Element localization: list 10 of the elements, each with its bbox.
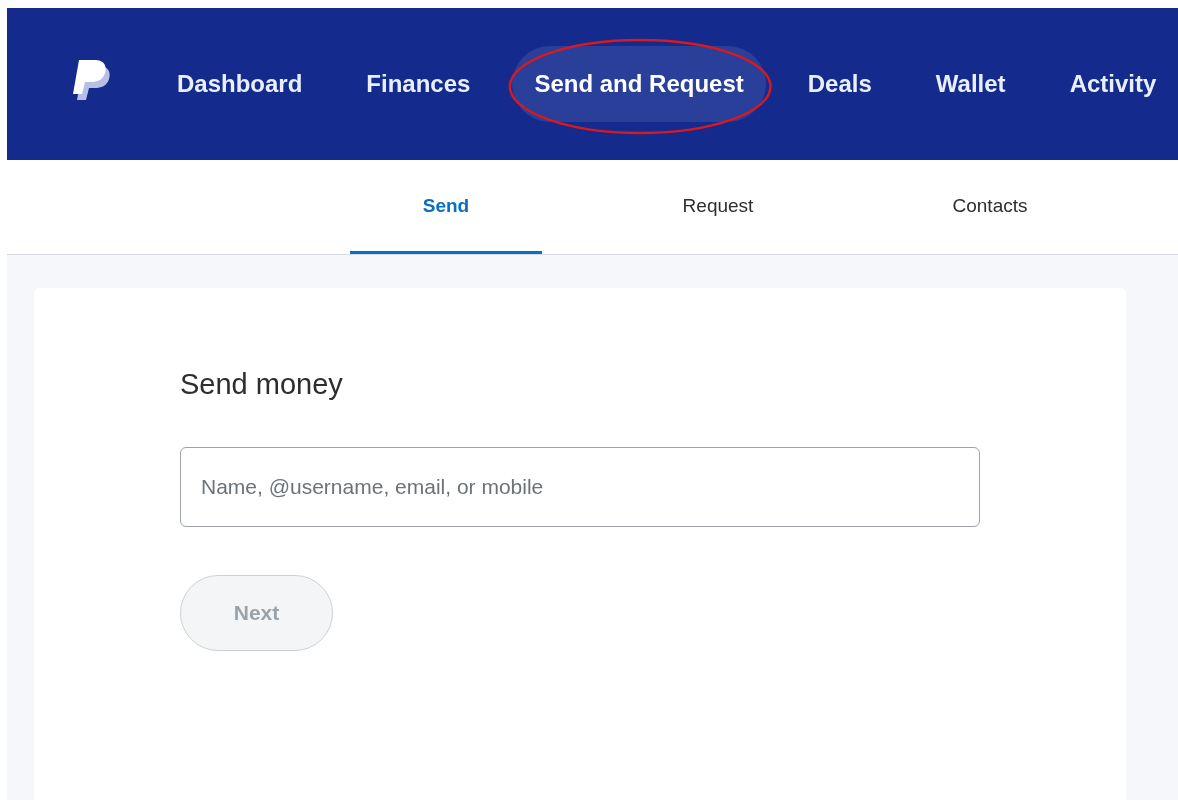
sub-tab[interactable]: Request: [622, 160, 814, 254]
nav-tab[interactable]: Deals: [785, 46, 894, 122]
nav-tab[interactable]: Wallet: [913, 46, 1028, 122]
nav-tab[interactable]: Dashboard: [155, 46, 325, 122]
nav-tab[interactable]: Send and Request: [512, 46, 766, 122]
recipient-input-field[interactable]: Name, @username, email, or mobile: [180, 447, 980, 527]
page-title: Send money: [180, 368, 343, 401]
nav-tab[interactable]: Activity: [1047, 46, 1178, 122]
sub-tab[interactable]: Contacts: [894, 160, 1086, 254]
nav-tab[interactable]: Finances: [344, 46, 493, 122]
